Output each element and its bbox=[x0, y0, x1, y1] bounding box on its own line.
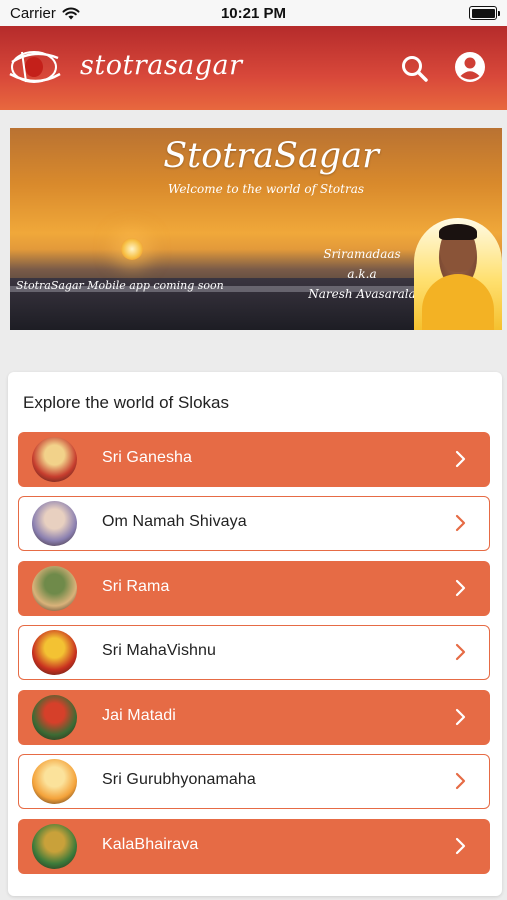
chevron-right-icon bbox=[455, 579, 466, 597]
status-bar: Carrier 10:21 PM bbox=[0, 0, 507, 26]
chevron-right-icon bbox=[455, 643, 466, 661]
sloka-item-label: Sri MahaVishnu bbox=[102, 642, 217, 659]
chevron-right-icon bbox=[455, 514, 466, 532]
banner-sun bbox=[121, 238, 143, 260]
banner-title: StotraSagar bbox=[163, 136, 379, 176]
banner-coming-soon: StotraSagar Mobile app coming soon bbox=[16, 279, 224, 292]
sloka-item-label: Sri Ganesha bbox=[102, 449, 193, 466]
chevron-right-icon bbox=[455, 708, 466, 726]
deity-thumbnail bbox=[32, 824, 77, 869]
chevron-right-icon bbox=[455, 450, 466, 468]
deity-thumbnail bbox=[32, 501, 77, 546]
status-time: 10:21 PM bbox=[220, 5, 287, 22]
sloka-list-item[interactable]: Om Namah Shivaya bbox=[18, 496, 490, 551]
sloka-list-item[interactable]: Sri Gurubhyonamaha bbox=[18, 754, 490, 809]
sloka-list-item[interactable]: Sri Ganesha bbox=[18, 432, 490, 487]
sloka-item-label: Sri Gurubhyonamaha bbox=[102, 771, 256, 788]
deity-thumbnail bbox=[32, 566, 77, 611]
sloka-list-item[interactable]: Sri Rama bbox=[18, 561, 490, 616]
banner-subtitle: Welcome to the world of Stotras bbox=[167, 182, 365, 196]
deity-thumbnail bbox=[32, 630, 77, 675]
app-bar: stotrasagar bbox=[0, 26, 507, 110]
account-circle-icon[interactable] bbox=[453, 50, 487, 84]
search-icon[interactable] bbox=[398, 52, 432, 86]
sloka-item-label: Om Namah Shivaya bbox=[102, 513, 247, 530]
logo-icon bbox=[9, 51, 61, 83]
banner-author: Sriramadaas a.k.a Naresh Avasarala bbox=[306, 244, 418, 304]
deity-thumbnail bbox=[32, 695, 77, 740]
chevron-right-icon bbox=[455, 772, 466, 790]
deity-thumbnail bbox=[32, 759, 77, 804]
chevron-right-icon bbox=[455, 837, 466, 855]
hero-banner: StotraSagar Welcome to the world of Stot… bbox=[10, 128, 502, 330]
sloka-item-label: Jai Matadi bbox=[102, 707, 176, 724]
author-name: Sriramadaas bbox=[323, 247, 401, 261]
sloka-list-item[interactable]: Jai Matadi bbox=[18, 690, 490, 745]
author-aka: a.k.a bbox=[347, 267, 377, 281]
author-alias: Naresh Avasarala bbox=[308, 287, 416, 301]
sloka-item-label: Sri Rama bbox=[102, 578, 170, 595]
app-title: stotrasagar bbox=[80, 50, 243, 81]
battery-icon bbox=[469, 6, 500, 20]
slokas-card: Explore the world of Slokas Sri Ganesha O… bbox=[8, 372, 502, 896]
author-portrait bbox=[414, 218, 502, 330]
section-heading: Explore the world of Slokas bbox=[23, 393, 229, 412]
deity-thumbnail bbox=[32, 437, 77, 482]
sloka-list-item[interactable]: KalaBhairava bbox=[18, 819, 490, 874]
sloka-list-item[interactable]: Sri MahaVishnu bbox=[18, 625, 490, 680]
sloka-item-label: KalaBhairava bbox=[102, 836, 199, 853]
